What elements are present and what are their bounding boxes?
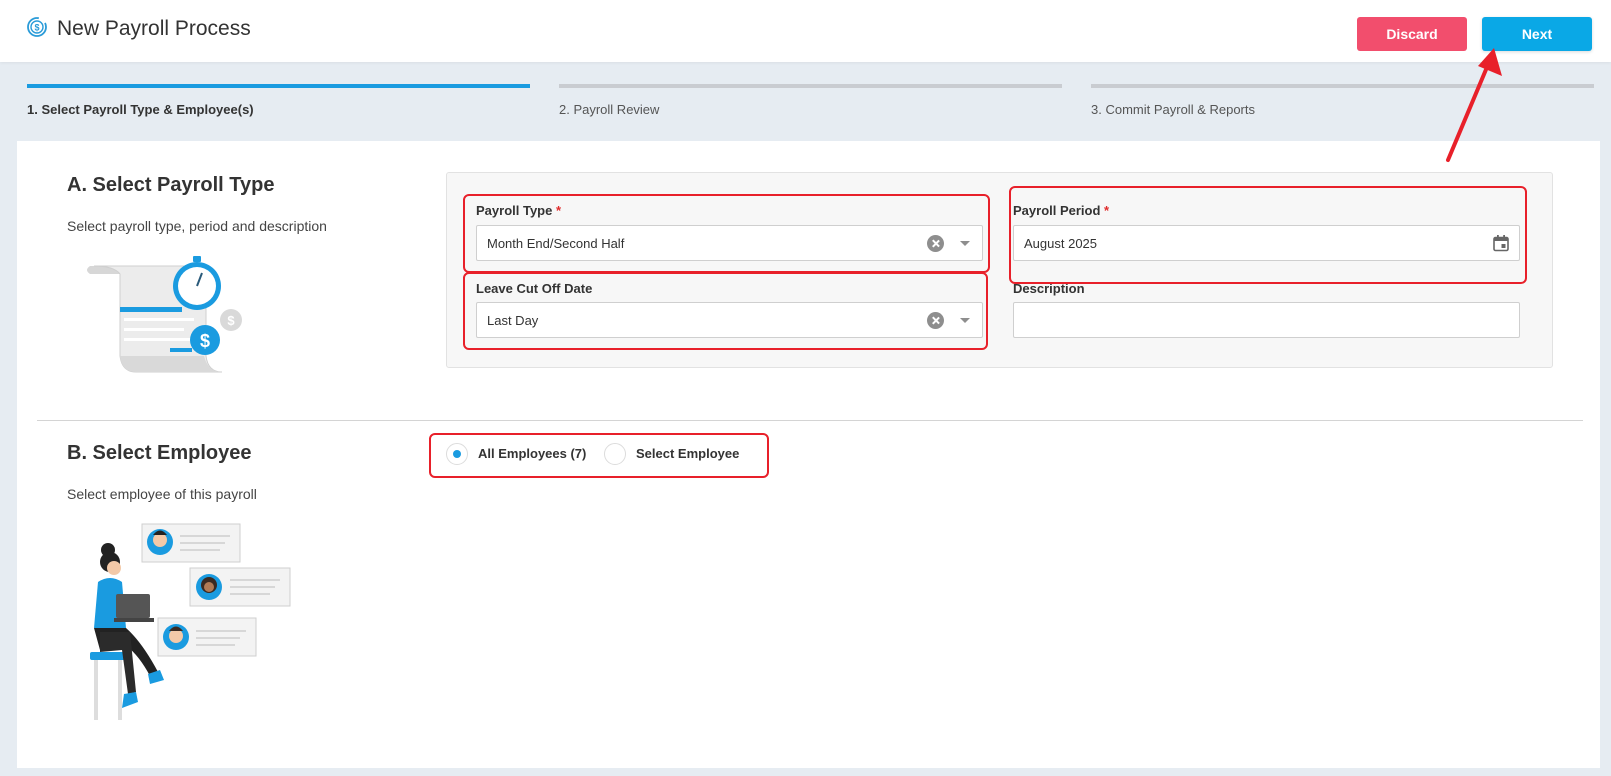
section-a-title: A. Select Payroll Type: [67, 174, 275, 196]
page-header: $ New Payroll Process Discard Next: [0, 0, 1611, 62]
step-label: 1. Select Payroll Type & Employee(s): [27, 102, 254, 117]
payroll-receipt-illustration: $ $: [87, 256, 242, 373]
section-b-title: B. Select Employee: [67, 442, 252, 464]
section-b-description: Select employee of this payroll: [67, 486, 257, 502]
step-progress-bar: [559, 84, 1062, 88]
leave-cut-off-highlight: [463, 272, 988, 350]
step-progress-bar: [27, 84, 530, 88]
step-select-type[interactable]: 1. Select Payroll Type & Employee(s): [27, 84, 530, 117]
step-commit-payroll[interactable]: 3. Commit Payroll & Reports: [1091, 84, 1594, 117]
svg-text:$: $: [200, 331, 210, 351]
step-label: 2. Payroll Review: [559, 102, 660, 117]
step-label: 3. Commit Payroll & Reports: [1091, 102, 1255, 117]
employee-option-highlight: [429, 433, 769, 478]
description-input[interactable]: [1013, 302, 1520, 338]
section-divider: [37, 420, 1583, 421]
svg-text:$: $: [34, 23, 39, 33]
step-payroll-review[interactable]: 2. Payroll Review: [559, 84, 1062, 117]
payroll-process-icon: $: [27, 17, 47, 37]
page-title: New Payroll Process: [57, 17, 251, 40]
section-a-description: Select payroll type, period and descript…: [67, 218, 327, 234]
employee-selection-illustration: [90, 523, 291, 720]
svg-text:$: $: [227, 313, 235, 328]
payroll-type-highlight: [463, 194, 990, 273]
annotation-arrow-icon: [1446, 48, 1502, 162]
payroll-period-highlight: [1009, 186, 1527, 284]
step-progress-bar: [1091, 84, 1594, 88]
